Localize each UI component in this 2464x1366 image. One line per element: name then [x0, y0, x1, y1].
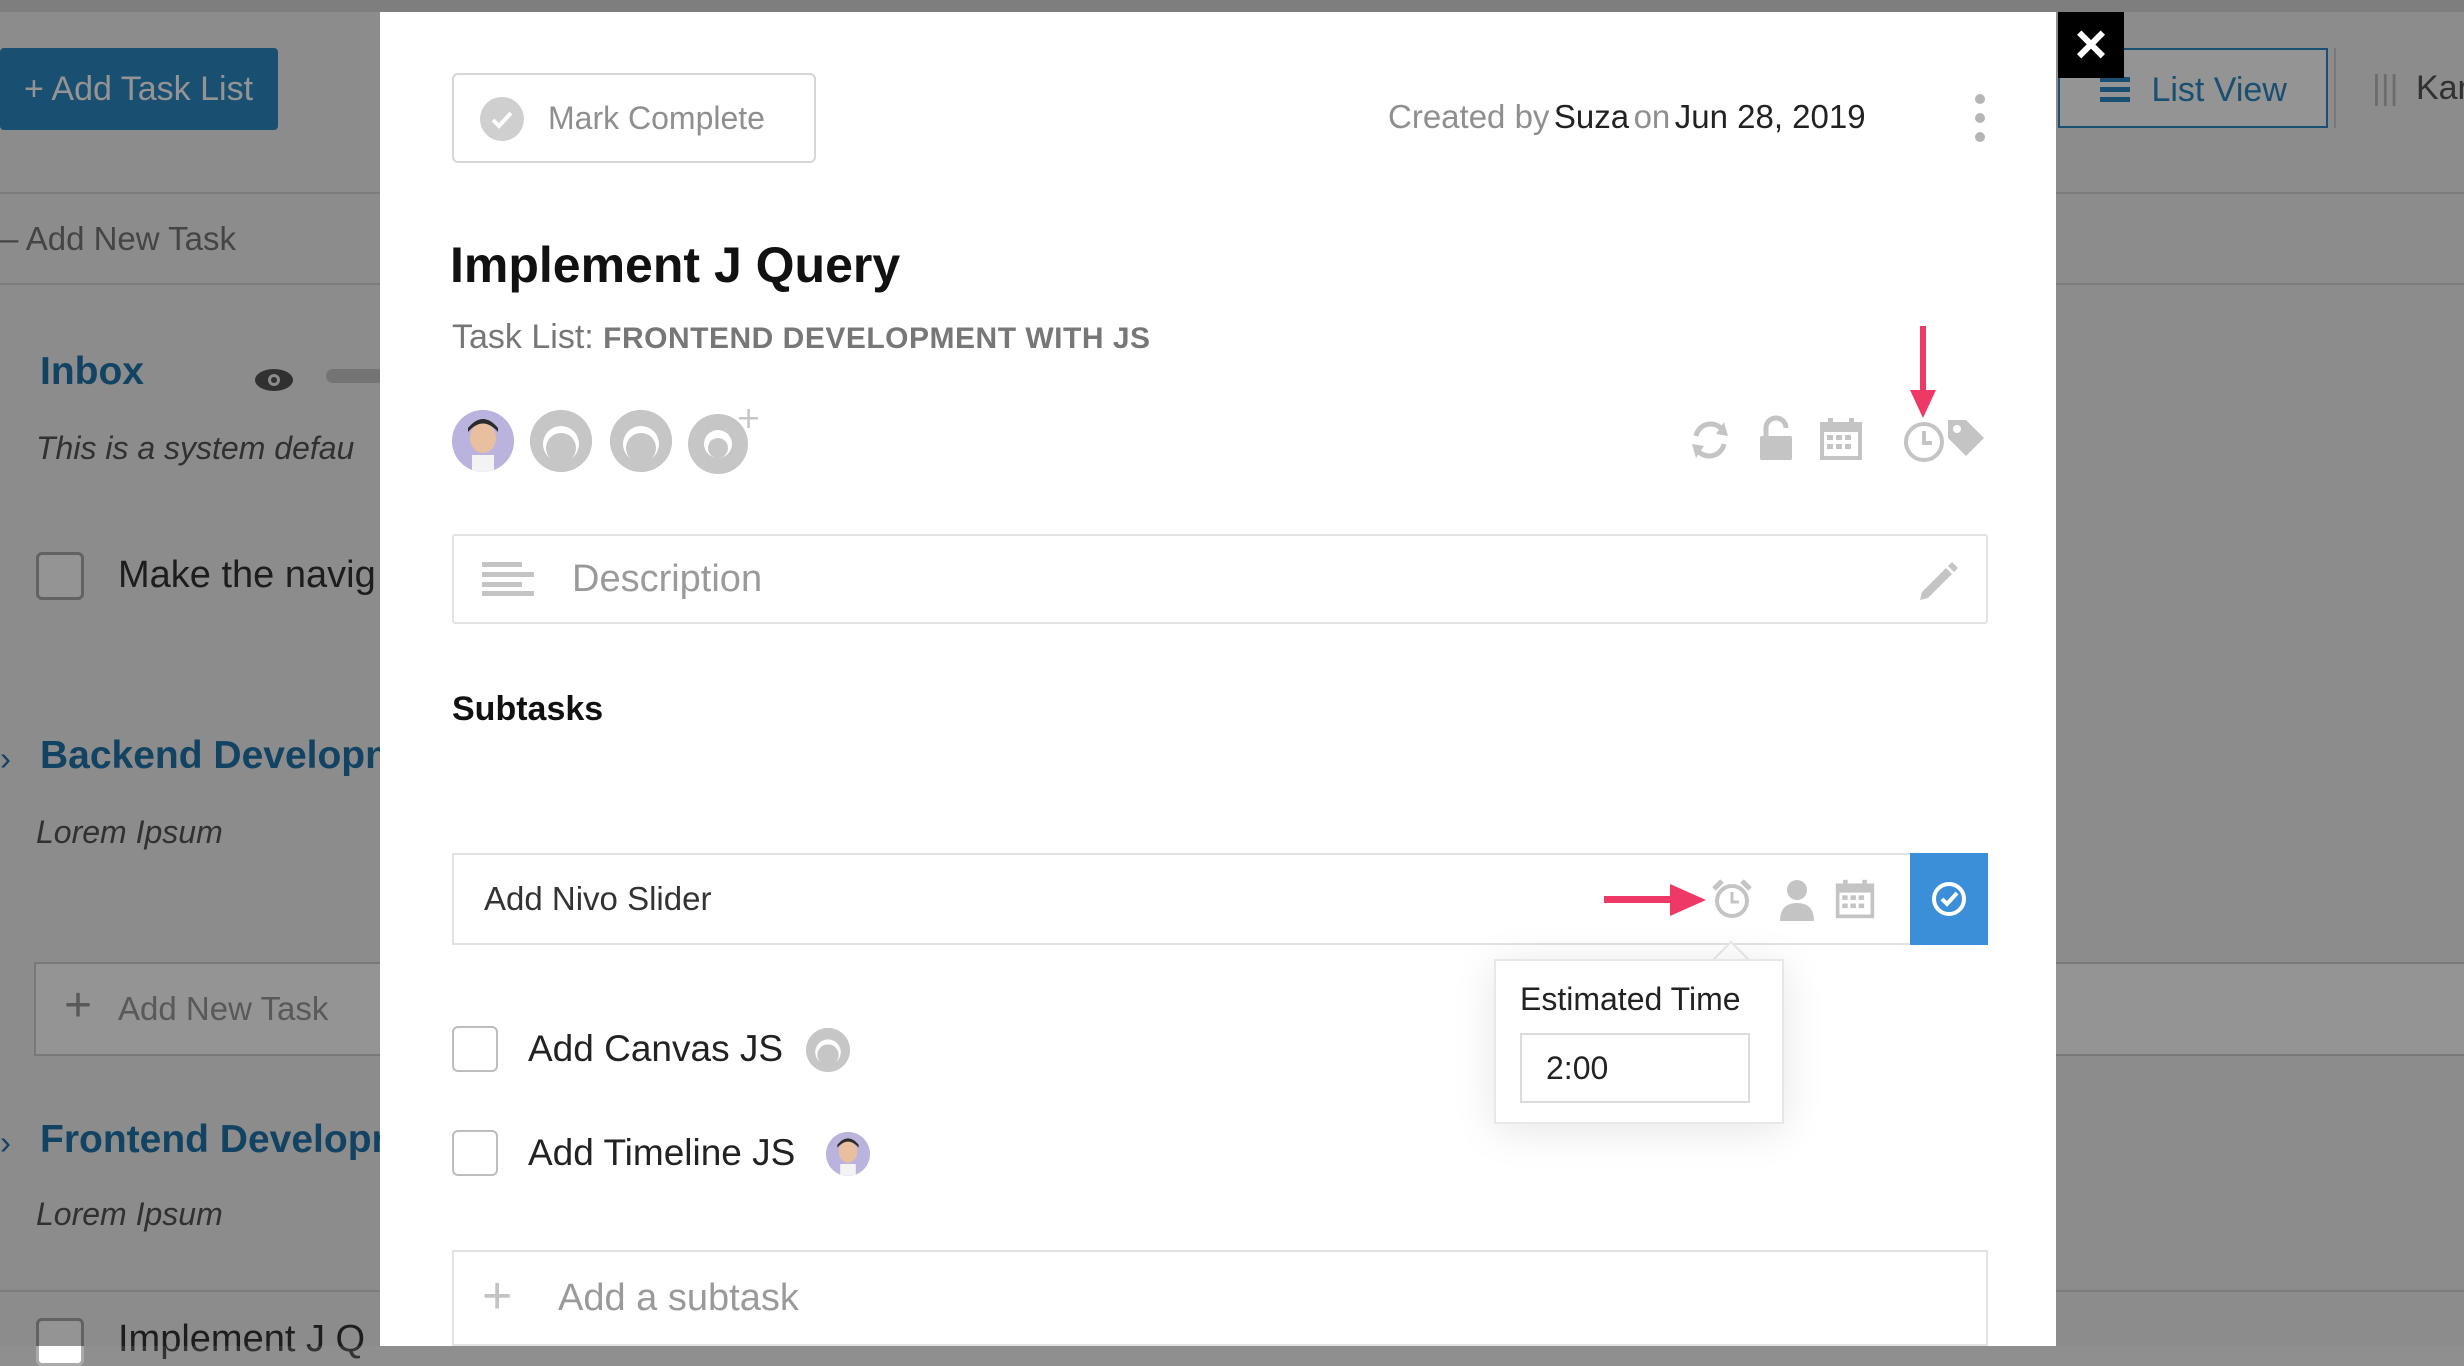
- description-field[interactable]: Description: [452, 534, 1988, 624]
- subtask-input-value: Add Nivo Slider: [484, 880, 712, 917]
- subtasks-heading: Subtasks: [452, 690, 604, 728]
- description-placeholder: Description: [572, 558, 763, 600]
- svg-text:+: +: [736, 404, 760, 436]
- close-icon[interactable]: ×: [2058, 12, 2124, 78]
- user-icon[interactable]: [1778, 879, 1816, 926]
- avatar[interactable]: [806, 1028, 850, 1072]
- estimated-time-input[interactable]: 2:00: [1520, 1033, 1750, 1103]
- task-title[interactable]: Implement J Query: [450, 236, 900, 294]
- created-by-user[interactable]: Suza: [1554, 98, 1629, 135]
- kebab-dot: [1975, 94, 1985, 104]
- created-by-prefix: Created by: [1388, 98, 1550, 135]
- plus-icon: +: [482, 1267, 513, 1325]
- subtask-checkbox[interactable]: [452, 1130, 498, 1176]
- task-list-line: Task List: FRONTEND DEVELOPMENT WITH JS: [452, 318, 1151, 357]
- check-circle-icon: [480, 97, 524, 141]
- calendar-icon[interactable]: [1834, 877, 1876, 926]
- annotation-arrow-right-icon: [1604, 882, 1708, 923]
- kebab-menu-icon[interactable]: [1972, 92, 1988, 146]
- avatar[interactable]: [530, 410, 592, 472]
- avatar[interactable]: [452, 410, 514, 472]
- save-subtask-button[interactable]: [1910, 853, 1988, 945]
- annotation-arrow-down-icon: [1908, 326, 1938, 427]
- created-meta: Created by Suza on Jun 28, 2019: [1388, 98, 1866, 136]
- add-user-icon[interactable]: +: [684, 401, 761, 474]
- subtask-checkbox[interactable]: [452, 1026, 498, 1072]
- estimated-time-popover: Estimated Time 2:00: [1494, 959, 1784, 1124]
- alarm-clock-icon[interactable]: [1710, 877, 1754, 926]
- estimated-time-label: Estimated Time: [1520, 981, 1741, 1017]
- clock-icon[interactable]: [1902, 420, 1946, 469]
- check-icon: [1930, 880, 1968, 923]
- subtask-label[interactable]: Add Timeline JS: [528, 1132, 795, 1174]
- calendar-icon[interactable]: [1818, 416, 1864, 467]
- created-on-word: on: [1633, 98, 1671, 135]
- text-lines-icon: [482, 562, 534, 601]
- kebab-dot: [1975, 132, 1985, 142]
- subtask-label[interactable]: Add Canvas JS: [528, 1028, 783, 1070]
- repeat-icon[interactable]: [1688, 418, 1732, 467]
- unlock-icon[interactable]: [1756, 414, 1796, 467]
- avatar[interactable]: [826, 1132, 870, 1176]
- task-list-name[interactable]: FRONTEND DEVELOPMENT WITH JS: [603, 322, 1150, 355]
- add-subtask-field[interactable]: + Add a subtask: [452, 1250, 1988, 1346]
- tag-icon[interactable]: [1944, 416, 1988, 465]
- mark-complete-button[interactable]: Mark Complete: [452, 73, 816, 163]
- avatar[interactable]: [610, 410, 672, 472]
- kebab-dot: [1975, 113, 1985, 123]
- add-subtask-placeholder: Add a subtask: [558, 1277, 799, 1319]
- pencil-icon[interactable]: [1918, 560, 1960, 607]
- created-date: Jun 28, 2019: [1674, 98, 1866, 135]
- mark-complete-label: Mark Complete: [548, 100, 765, 136]
- task-list-prefix: Task List:: [452, 318, 594, 356]
